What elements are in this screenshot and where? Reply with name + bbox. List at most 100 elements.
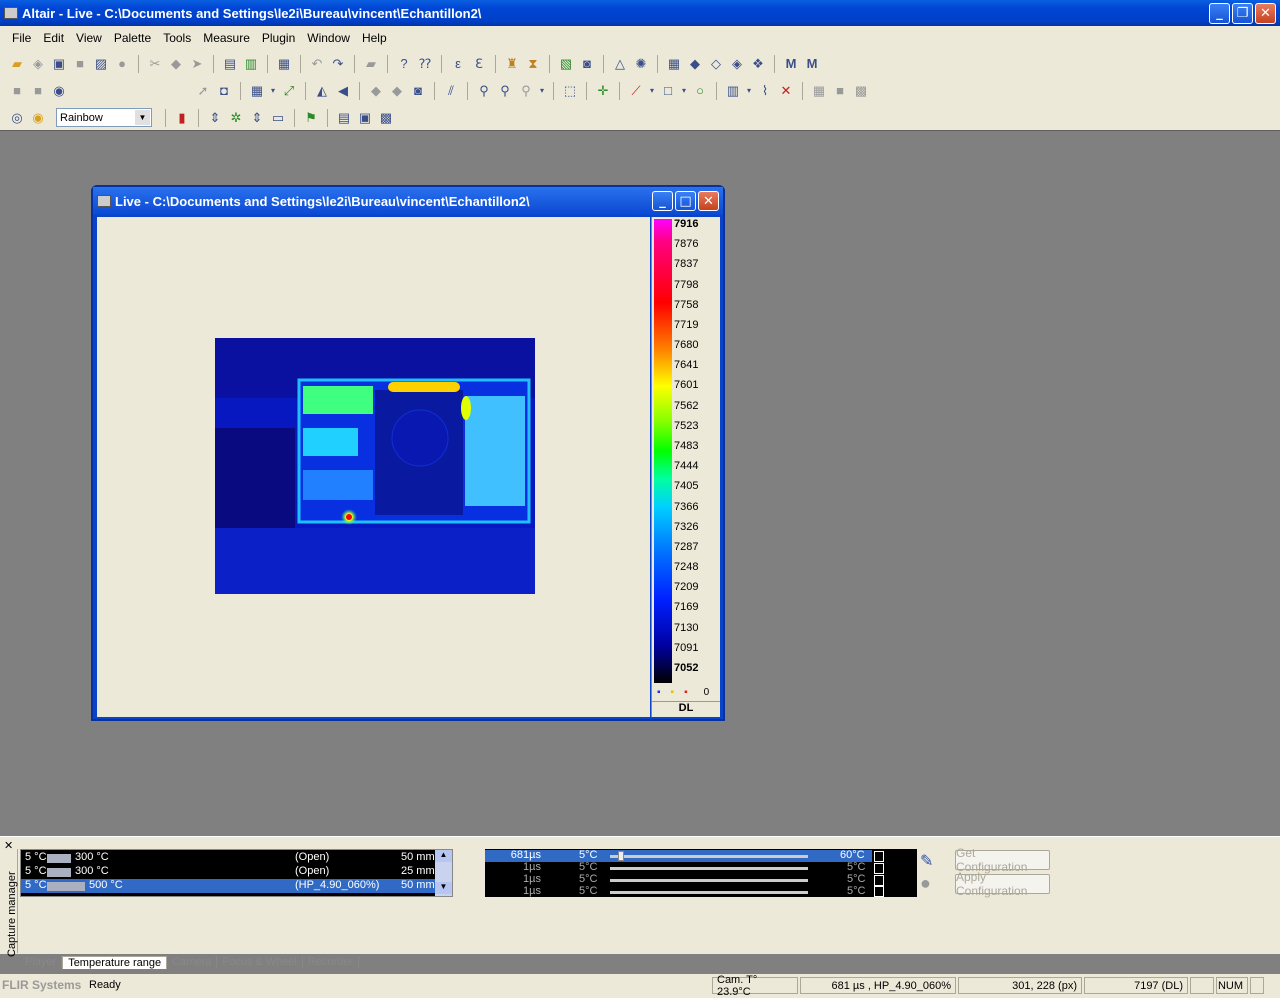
macro-icon[interactable]: M — [782, 55, 800, 73]
save-as-icon[interactable]: ■ — [71, 55, 89, 73]
lens-icon[interactable]: ◙ — [578, 55, 596, 73]
child-maximize-button[interactable]: □ — [675, 191, 696, 211]
display-icon[interactable]: ▦ — [275, 55, 293, 73]
export-icon[interactable]: ➚ — [194, 82, 212, 100]
tab-temperature-range[interactable]: Temperature range — [62, 955, 168, 969]
rotate2-icon[interactable]: ◆ — [388, 82, 406, 100]
scroll-up-icon[interactable]: ▲ — [435, 850, 452, 862]
cut-icon[interactable]: ✂ — [146, 55, 164, 73]
camera-settings-list[interactable]: 681µs 5°C 60°C 1µs 5°C 5°C 1µs 5°C 5°C 1… — [485, 849, 917, 897]
menu-help[interactable]: Help — [356, 31, 393, 45]
restore-button[interactable]: ❐ — [1232, 3, 1253, 24]
table2-icon[interactable]: ■ — [831, 82, 849, 100]
redo-icon[interactable]: ↷ — [329, 55, 347, 73]
calibration-icon[interactable]: ♜ — [503, 55, 521, 73]
matrix-icon[interactable]: ▦ — [665, 55, 683, 73]
camera-row[interactable]: 1µs 5°C 5°C — [485, 861, 872, 874]
camera-slider[interactable] — [610, 867, 808, 870]
rotate-icon[interactable]: ◆ — [367, 82, 385, 100]
spot-icon[interactable]: ✛ — [594, 82, 612, 100]
chart-icon[interactable]: ⌇ — [756, 82, 774, 100]
save-icon[interactable]: ▣ — [50, 55, 68, 73]
window2-icon[interactable]: ▣ — [356, 109, 374, 127]
live-window[interactable]: Live - C:\Documents and Settings\le2i\Bu… — [91, 185, 725, 721]
line-dropdown-icon[interactable]: ▾ — [648, 82, 656, 100]
line-tool-icon[interactable]: ⫽ — [442, 82, 460, 100]
menu-edit[interactable]: Edit — [37, 31, 70, 45]
macro-edit-icon[interactable]: M — [803, 55, 821, 73]
window-icon[interactable]: ▤ — [335, 109, 353, 127]
app-title-bar[interactable]: Altair - Live - C:\Documents and Setting… — [0, 0, 1280, 26]
slider-thumb[interactable] — [618, 851, 624, 861]
palette-icon[interactable]: ◎ — [8, 109, 26, 127]
rect-dropdown-icon[interactable]: ▾ — [680, 82, 688, 100]
context-help-icon[interactable]: ⁇ — [416, 55, 434, 73]
scroll-down-icon[interactable]: ▼ — [435, 882, 452, 894]
flip-v-icon[interactable]: ◀ — [334, 82, 352, 100]
menu-window[interactable]: Window — [301, 31, 356, 45]
temperature-range-list[interactable]: 5 °C 300 °C (Open) 50 mm 5 °C 300 °C (Op… — [20, 849, 453, 897]
frame-prev-icon[interactable]: ■ — [29, 82, 47, 100]
menu-tools[interactable]: Tools — [157, 31, 197, 45]
zoom-in-icon[interactable]: ⚲ — [475, 82, 493, 100]
camera-row[interactable]: 1µs 5°C 5°C — [485, 885, 872, 898]
configure-icon[interactable]: ✎ — [920, 851, 933, 871]
profile-icon[interactable]: △ — [611, 55, 629, 73]
open-icon[interactable]: ▰ — [8, 55, 26, 73]
child-minimize-button[interactable]: _ — [652, 191, 673, 211]
menu-file[interactable]: File — [6, 31, 37, 45]
delete-roi-icon[interactable]: ✕ — [777, 82, 795, 100]
zoom-icon[interactable]: ⚲ — [517, 82, 535, 100]
cube3-icon[interactable]: ◈ — [728, 55, 746, 73]
camera-row[interactable]: 1µs 5°C 5°C — [485, 873, 872, 886]
undo-icon[interactable]: ↶ — [308, 55, 326, 73]
record-icon[interactable]: ▨ — [92, 55, 110, 73]
apply-icon[interactable]: ● — [920, 873, 931, 894]
cube4-icon[interactable]: ❖ — [749, 55, 767, 73]
menu-plugin[interactable]: Plugin — [256, 31, 301, 45]
target-icon[interactable]: ✺ — [632, 55, 650, 73]
table-icon[interactable]: ▦ — [810, 82, 828, 100]
thermal-image[interactable] — [215, 338, 535, 594]
menu-measure[interactable]: Measure — [197, 31, 256, 45]
camera-row-checkbox[interactable] — [874, 863, 884, 874]
layout-dropdown-icon[interactable]: ▾ — [269, 82, 277, 100]
copy-icon[interactable]: ◆ — [167, 55, 185, 73]
line-profile-icon[interactable]: ⟋ — [627, 82, 645, 100]
palette-select[interactable]: Rainbow ▼ — [56, 108, 152, 127]
chevron-down-icon[interactable]: ▼ — [135, 110, 150, 125]
camera-row-selected[interactable]: 681µs 5°C 60°C — [485, 849, 872, 862]
paste-icon[interactable]: ➤ — [188, 55, 206, 73]
epsilon-settings-icon[interactable]: ℇ — [470, 55, 488, 73]
zoom-dropdown-icon[interactable]: ▾ — [538, 82, 546, 100]
stop-icon[interactable]: ● — [113, 55, 131, 73]
apply-configuration-button[interactable]: Apply Configuration — [955, 870, 1050, 898]
range-row[interactable]: 5 °C 300 °C (Open) 50 mm — [21, 851, 435, 865]
duplicate-icon[interactable]: ▥ — [242, 55, 260, 73]
ellipse-icon[interactable]: ○ — [691, 82, 709, 100]
camera-row-checkbox[interactable] — [874, 875, 884, 886]
rectangle-icon[interactable]: □ — [659, 82, 677, 100]
print-icon[interactable]: ▰ — [362, 55, 380, 73]
auto-scale-icon[interactable]: ⇕ — [206, 109, 224, 127]
auto-scale3-icon[interactable]: ⇕ — [248, 109, 266, 127]
camera-row-checkbox[interactable] — [874, 851, 884, 862]
camera-icon[interactable]: ◘ — [215, 82, 233, 100]
menu-view[interactable]: View — [70, 31, 108, 45]
histogram-dropdown-icon[interactable]: ▾ — [745, 82, 753, 100]
image-view[interactable] — [97, 217, 650, 717]
layout-icon[interactable]: ▦ — [248, 82, 266, 100]
histogram-icon[interactable]: ▥ — [724, 82, 742, 100]
cube-icon[interactable]: ◆ — [686, 55, 704, 73]
range-list-scrollbar[interactable]: ▲ ▼ — [435, 850, 452, 896]
grid-icon[interactable]: ▧ — [557, 55, 575, 73]
tab-recorder[interactable]: Recorder — [303, 956, 360, 968]
menu-palette[interactable]: Palette — [108, 31, 157, 45]
help-icon[interactable]: ? — [395, 55, 413, 73]
flip-h-icon[interactable]: ◭ — [313, 82, 331, 100]
camera-slider[interactable] — [610, 851, 808, 861]
zoom-out-icon[interactable]: ⚲ — [496, 82, 514, 100]
close-button[interactable]: ✕ — [1255, 3, 1276, 24]
window3-icon[interactable]: ▩ — [377, 109, 395, 127]
snapshot-icon[interactable]: ◉ — [50, 82, 68, 100]
